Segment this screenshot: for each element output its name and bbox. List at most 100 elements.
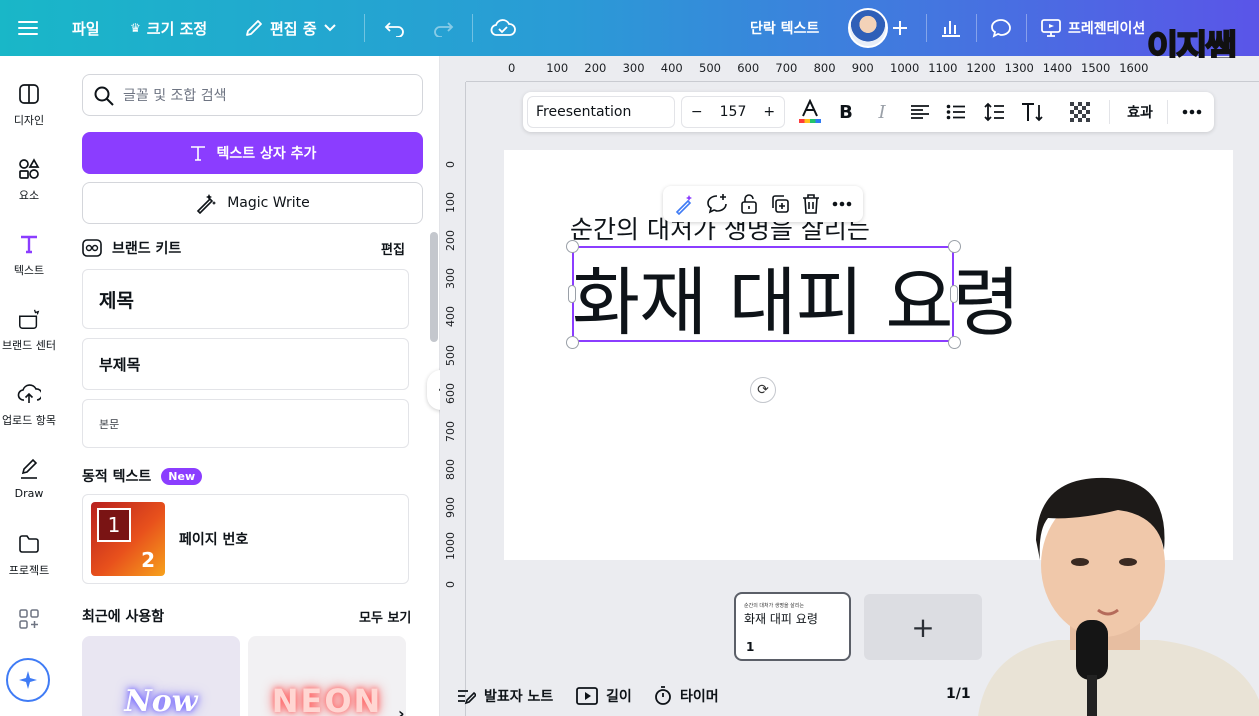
font-size-value[interactable]: 157 bbox=[711, 104, 754, 120]
recent-next-icon[interactable]: › bbox=[398, 704, 405, 716]
file-menu[interactable]: 파일 bbox=[72, 0, 100, 56]
text-color-button[interactable] bbox=[795, 96, 825, 128]
rotate-handle[interactable]: ⟳ bbox=[750, 377, 776, 403]
italic-button[interactable]: I bbox=[869, 96, 895, 128]
resize-button[interactable]: ♛ 크기 조정 bbox=[130, 0, 207, 56]
rail-item-draw[interactable]: Draw bbox=[0, 457, 58, 500]
present-button[interactable]: 프레젠테이션 bbox=[1040, 0, 1145, 56]
heading-style-card[interactable]: 제목 bbox=[82, 269, 409, 329]
ruler-top-tick: 300 bbox=[622, 61, 645, 75]
checkerboard-icon bbox=[1070, 102, 1090, 122]
hamburger-icon bbox=[18, 21, 38, 35]
redo-button[interactable] bbox=[432, 0, 454, 56]
editing-mode-button[interactable]: 편집 중 bbox=[244, 0, 337, 56]
page-thumbnail-1[interactable]: 순간의 대처가 생명을 살리는 화재 대피 요령 1 bbox=[734, 592, 851, 661]
timer-button[interactable]: 타이머 bbox=[654, 686, 719, 706]
share-add-button[interactable] bbox=[892, 0, 908, 56]
font-size-increase[interactable]: + bbox=[755, 104, 784, 120]
rail-item-apps[interactable] bbox=[0, 607, 58, 631]
ruler-top-tick: 1200 bbox=[966, 61, 996, 75]
ruler-top-tick: 1000 bbox=[890, 61, 920, 75]
see-all-link[interactable]: 모두 보기 bbox=[359, 607, 411, 626]
duration-button[interactable]: 길이 bbox=[576, 686, 632, 706]
magic-assistant-button[interactable] bbox=[6, 658, 50, 702]
page-number-box-2: 2 bbox=[141, 548, 155, 572]
magic-write-button[interactable]: Magic Write bbox=[82, 182, 423, 224]
ruler-top-tick: 700 bbox=[775, 61, 798, 75]
rail-label: 요소 bbox=[18, 189, 40, 202]
undo-button[interactable] bbox=[384, 0, 406, 56]
more-options-button[interactable] bbox=[1179, 96, 1205, 128]
rail-label: Draw bbox=[14, 487, 44, 500]
rail-item-text[interactable]: 텍스트 bbox=[0, 232, 58, 278]
comment-button[interactable] bbox=[990, 0, 1012, 56]
recent-item-now[interactable]: Now bbox=[82, 636, 240, 716]
ruler-left: 0 100 200 300 400 500 600 700 800 900 1000 0 bbox=[440, 82, 466, 716]
present-label: 프레젠테이션 bbox=[1068, 21, 1146, 37]
align-button[interactable] bbox=[907, 96, 933, 128]
magic-edit-icon[interactable] bbox=[674, 193, 696, 215]
recent-item-text: Now bbox=[124, 683, 198, 716]
presenter-notes-button[interactable]: 발표자 노트 bbox=[456, 686, 553, 706]
transparency-button[interactable] bbox=[1067, 96, 1093, 128]
avatar[interactable] bbox=[848, 8, 888, 48]
menu-button[interactable] bbox=[18, 0, 38, 56]
ruler-top-tick: 1100 bbox=[928, 61, 958, 75]
heading-label: 제목 bbox=[99, 289, 134, 312]
add-textbox-button[interactable]: 텍스트 상자 추가 bbox=[82, 132, 423, 174]
bold-button[interactable]: B bbox=[833, 96, 859, 128]
resize-handle-left[interactable] bbox=[568, 285, 576, 303]
redo-icon bbox=[434, 22, 454, 37]
ruler-top-tick: 200 bbox=[584, 61, 607, 75]
lock-icon[interactable] bbox=[739, 193, 759, 215]
body-style-card[interactable]: 본문 bbox=[82, 399, 409, 448]
crown-icon: ♛ bbox=[130, 21, 141, 35]
font-family-select[interactable]: Freesentation bbox=[527, 96, 675, 128]
text-icon bbox=[190, 146, 205, 161]
magic-wand-icon bbox=[197, 194, 217, 214]
rail-item-brand[interactable]: 브랜드 센터 bbox=[0, 307, 58, 353]
effects-label: 효과 bbox=[1127, 105, 1153, 121]
duplicate-icon[interactable] bbox=[769, 193, 791, 215]
recent-item-text: NEON bbox=[271, 682, 383, 716]
list-button[interactable] bbox=[943, 96, 969, 128]
vertical-text-button[interactable] bbox=[1019, 96, 1045, 128]
trash-icon[interactable] bbox=[801, 193, 821, 215]
spacing-button[interactable] bbox=[981, 96, 1007, 128]
dynamic-text-title: 동적 텍스트 New bbox=[82, 466, 203, 486]
save-status-button[interactable] bbox=[490, 0, 516, 56]
duration-label: 길이 bbox=[606, 689, 632, 705]
effects-button[interactable]: 효과 bbox=[1123, 96, 1157, 128]
rail-item-elements[interactable]: 요소 bbox=[0, 157, 58, 203]
subheading-style-card[interactable]: 부제목 bbox=[82, 338, 409, 390]
ruler-top-tick: 1400 bbox=[1042, 61, 1073, 75]
bullet-list-icon bbox=[946, 104, 965, 120]
ruler-top-tick: 600 bbox=[737, 61, 760, 75]
ruler-left-tick: 300 bbox=[444, 268, 457, 290]
rail-item-design[interactable]: 디자인 bbox=[0, 82, 58, 128]
ruler-top-tick: 1600 bbox=[1119, 61, 1149, 75]
cloud-check-icon bbox=[490, 19, 516, 36]
font-size-decrease[interactable]: − bbox=[682, 104, 711, 120]
ruler-left-tick: 500 bbox=[444, 344, 457, 366]
resize-handle-bottom-right[interactable] bbox=[948, 336, 961, 349]
panel-scrollbar[interactable] bbox=[430, 232, 438, 342]
add-comment-icon[interactable] bbox=[706, 193, 728, 215]
rail-item-projects[interactable]: 프로젝트 bbox=[0, 532, 58, 578]
resize-handle-bottom-left[interactable] bbox=[566, 336, 579, 349]
resize-handle-right[interactable] bbox=[950, 285, 958, 303]
brand-kit-edit-link[interactable]: 편집 bbox=[381, 239, 405, 258]
more-horizontal-icon[interactable] bbox=[832, 201, 852, 207]
recent-item-neon[interactable]: NEON bbox=[248, 636, 406, 716]
brand-kit-icon bbox=[82, 239, 102, 257]
timer-label: 타이머 bbox=[680, 689, 719, 705]
resize-handle-top-right[interactable] bbox=[948, 240, 961, 253]
undo-icon bbox=[384, 22, 404, 37]
rotate-icon: ⟳ bbox=[757, 382, 769, 398]
insights-button[interactable] bbox=[940, 0, 962, 56]
divider bbox=[1167, 100, 1168, 124]
font-search-input[interactable]: 글꼴 및 조합 검색 bbox=[82, 74, 423, 116]
rail-item-uploads[interactable]: 업로드 항목 bbox=[0, 382, 58, 428]
resize-handle-top-left[interactable] bbox=[566, 240, 579, 253]
page-number-card[interactable]: 1 2 페이지 번호 bbox=[82, 494, 409, 584]
